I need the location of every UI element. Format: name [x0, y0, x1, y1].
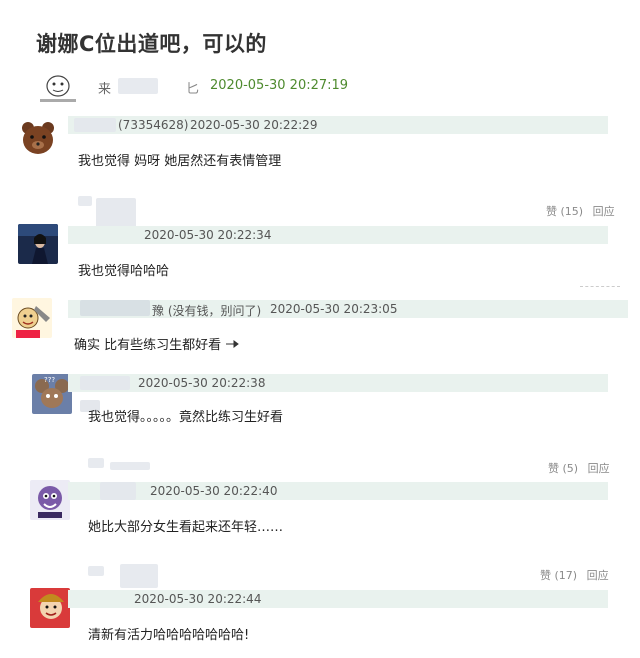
username-blur	[120, 564, 158, 588]
divider	[580, 286, 620, 288]
author-avatar[interactable]	[36, 72, 80, 106]
username-blur	[88, 566, 104, 576]
username-blur	[110, 462, 150, 470]
author-name-blur	[118, 78, 158, 94]
author-name[interactable]: 来	[98, 78, 111, 97]
comment-time: 2020-05-30 20:23:05	[270, 302, 398, 316]
comment-actions: 赞 (15) 回应	[540, 203, 615, 219]
author-name-tail: 匕	[186, 82, 200, 97]
comment-header-bar	[68, 482, 608, 500]
pointing-hand-icon	[225, 338, 240, 353]
mouse-cartoon-avatar[interactable]: ???	[32, 374, 72, 414]
post-title: 谢娜C位出道吧，可以的	[36, 32, 267, 56]
red-cartoon-avatar[interactable]	[30, 588, 70, 628]
comment-text: 我也觉得 妈呀 她居然还有表情管理	[78, 154, 282, 169]
comment-text: 她比大部分女生看起来还年轻……	[88, 520, 284, 535]
username-blur	[78, 196, 92, 206]
username-blur	[74, 118, 116, 132]
svg-text:???: ???	[44, 376, 55, 384]
purple-cartoon-avatar[interactable]	[30, 480, 70, 520]
comment-user[interactable]: 豫 (没有钱，别问了)	[152, 302, 261, 319]
username-blur	[100, 482, 136, 500]
reply-button[interactable]: 回应	[593, 205, 615, 218]
comment-text: 我也觉得。。。。。竟然比练习生好看	[88, 410, 284, 425]
like-button[interactable]: 赞 (17)	[540, 569, 577, 582]
comment-text: 我也觉得哈哈哈	[78, 264, 170, 279]
cartoon-chef-avatar[interactable]	[12, 298, 52, 338]
like-button[interactable]: 赞 (15)	[546, 205, 583, 218]
reply-button[interactable]: 回应	[587, 569, 609, 582]
comment-text-content: 确实 比有些练习生都好看	[74, 338, 222, 353]
comment-time: 2020-05-30 20:22:34	[144, 228, 272, 242]
comment-time: 2020-05-30 20:22:40	[150, 484, 278, 498]
comment-text: 清新有活力哈哈哈哈哈哈哈!	[88, 628, 250, 643]
comment-text: 确实 比有些练习生都好看	[74, 334, 240, 353]
username-blur	[80, 376, 130, 390]
comment-time: 2020-05-30 20:22:44	[134, 592, 262, 606]
username-blur	[88, 458, 104, 468]
comment-actions: 赞 (5) 回应	[542, 460, 610, 476]
author-name-text: 来	[98, 82, 112, 97]
comment-time: 2020-05-30 20:22:29	[190, 118, 318, 132]
bear-avatar[interactable]	[18, 118, 58, 158]
username-blur	[80, 300, 150, 316]
like-button[interactable]: 赞 (5)	[548, 462, 578, 475]
comment-user[interactable]: (73354628)	[118, 118, 188, 132]
reply-button[interactable]: 回应	[588, 462, 610, 475]
comment-time: 2020-05-30 20:22:38	[138, 376, 266, 390]
post-author-row: 来 匕 2020-05-30 20:27:19	[36, 72, 416, 106]
post-time: 2020-05-30 20:27:19	[210, 78, 349, 93]
singer-avatar[interactable]	[18, 224, 58, 264]
comment-actions: 赞 (17) 回应	[534, 567, 609, 583]
